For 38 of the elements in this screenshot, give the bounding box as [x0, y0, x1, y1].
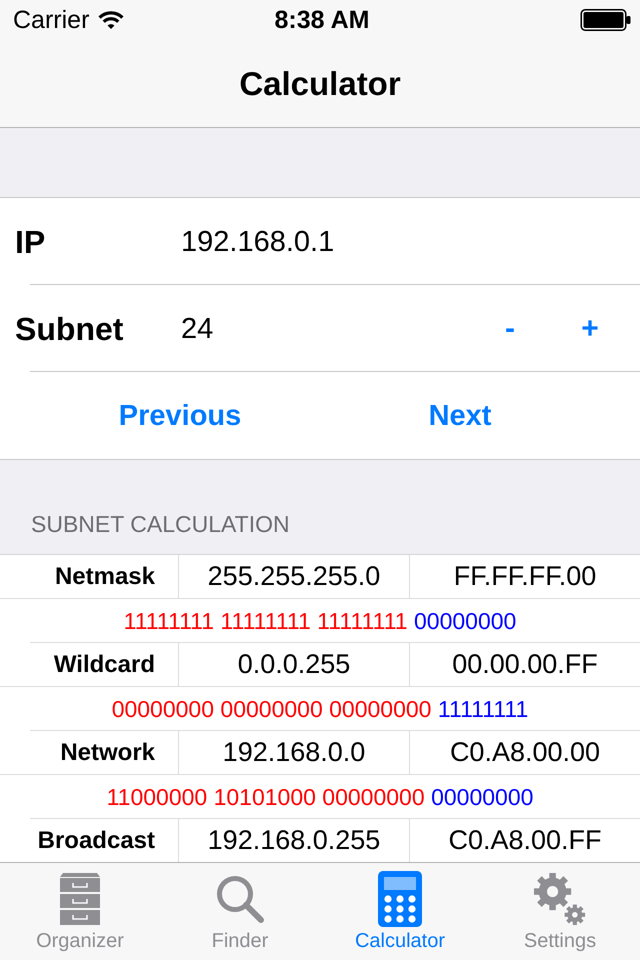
- tab-bar-item[interactable]: Finder: [160, 863, 320, 960]
- ip-input-field[interactable]: 192.168.0.1: [181, 220, 620, 264]
- binary-digits: 00000000: [431, 783, 534, 811]
- binary-digits: 00000000 00000000 00000000: [112, 695, 432, 723]
- field-label: IP: [15, 222, 46, 260]
- hex-address: FF.FF.FF.00: [452, 560, 598, 593]
- result-label: Network: [0, 731, 179, 774]
- binary-digits: 11111111 11111111 11111111: [124, 607, 408, 635]
- tab-bar-item[interactable]: Calculator: [320, 863, 480, 960]
- binary-digits: 11111111: [438, 695, 528, 723]
- filing-cabinet-icon: [60, 873, 100, 925]
- section-header: SUBNET CALCULATION: [31, 510, 290, 538]
- result-label: Netmask: [0, 555, 179, 598]
- carrier-name: Carrier: [13, 5, 90, 35]
- decimal-address: 255.255.255.0: [179, 555, 410, 598]
- increment-button[interactable]: +: [560, 304, 620, 352]
- decimal-address: 0.0.0.255: [179, 643, 410, 686]
- subnet-input-field[interactable]: 24: [181, 306, 460, 350]
- hex-address: 00.00.00.FF: [451, 648, 599, 681]
- wifi-icon: [98, 11, 124, 29]
- binary-digits: 11000000 10101000 00000000: [106, 783, 425, 811]
- decrement-button[interactable]: -: [480, 304, 540, 352]
- field-label: Subnet: [15, 310, 124, 348]
- decimal-address: 192.168.0.0: [179, 731, 410, 774]
- nav-title: Calculator: [239, 64, 401, 104]
- hex-address: C0.A8.00.00: [448, 736, 602, 769]
- tab-bar-item[interactable]: Settings: [480, 863, 640, 960]
- result-label: Wildcard: [0, 643, 179, 686]
- tab-bar-item[interactable]: Organizer: [0, 863, 160, 960]
- clock-time: 8:38 AM: [274, 5, 370, 35]
- battery-icon: [580, 9, 631, 31]
- binary-digits: 00000000: [414, 607, 516, 635]
- previous-button[interactable]: Previous: [108, 392, 252, 438]
- hex-address: C0.A8.00.FF: [447, 824, 603, 857]
- settings-icon: [534, 873, 586, 925]
- next-button[interactable]: Next: [418, 392, 502, 438]
- calculator-icon: [378, 871, 422, 927]
- search-icon: [216, 875, 264, 923]
